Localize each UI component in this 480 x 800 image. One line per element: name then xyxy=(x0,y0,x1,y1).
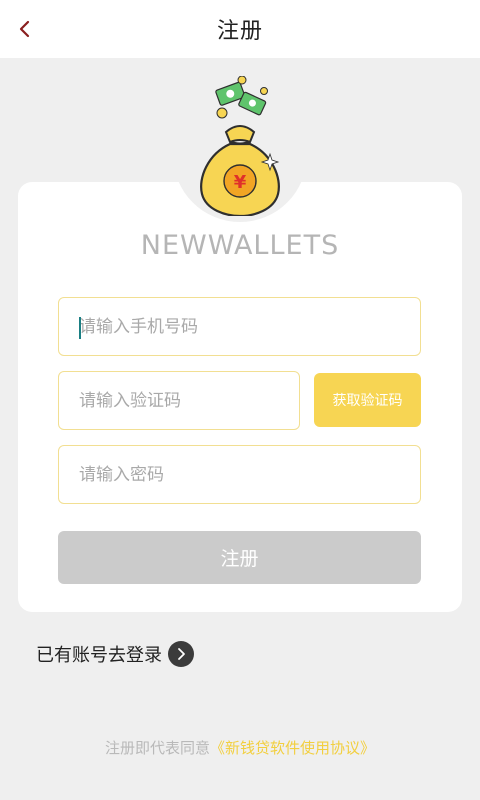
text-caret xyxy=(79,317,81,339)
agreement-link[interactable]: 《新钱贷软件使用协议》 xyxy=(210,739,375,757)
back-button[interactable] xyxy=(10,14,40,44)
login-arrow-button[interactable] xyxy=(168,641,194,667)
password-field[interactable] xyxy=(58,445,421,504)
phone-field[interactable] xyxy=(58,297,421,356)
go-login-label: 已有账号去登录 xyxy=(36,645,162,666)
go-login-link[interactable]: 已有账号去登录 xyxy=(36,640,194,668)
money-bag-icon: ¥ xyxy=(200,76,280,216)
chevron-right-icon xyxy=(178,648,185,660)
code-input[interactable] xyxy=(59,372,299,429)
page-title: 注册 xyxy=(216,19,263,44)
code-field[interactable] xyxy=(58,371,300,430)
svg-text:¥: ¥ xyxy=(234,172,247,193)
phone-input[interactable] xyxy=(59,298,420,355)
register-button[interactable]: 注册 xyxy=(58,531,421,584)
password-input[interactable] xyxy=(59,446,420,503)
chevron-left-icon xyxy=(19,20,30,38)
agreement-prefix: 注册即代表同意 xyxy=(104,739,210,757)
get-code-button[interactable]: 获取验证码 xyxy=(314,373,421,427)
brand-name: NEWWALLETS xyxy=(140,230,340,261)
app-header: 注册 xyxy=(0,0,480,58)
agreement-notice: 注册即代表同意《新钱贷软件使用协议》 xyxy=(0,737,480,758)
